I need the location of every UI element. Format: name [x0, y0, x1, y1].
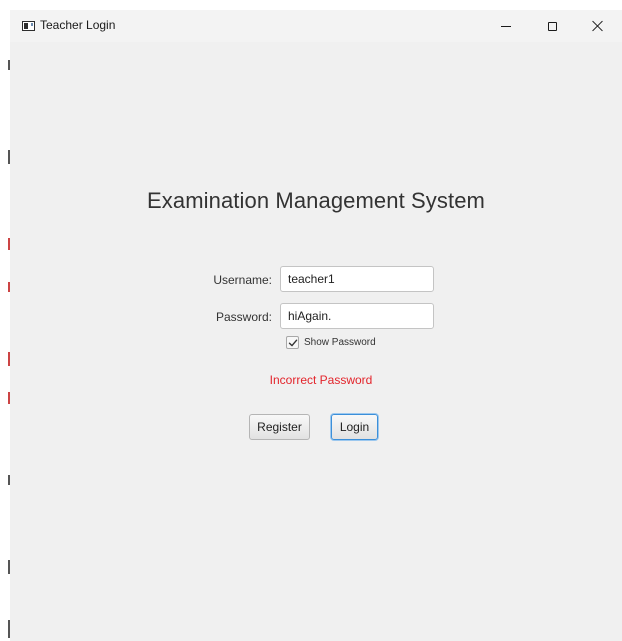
- username-label: Username:: [213, 273, 272, 287]
- error-message: Incorrect Password: [269, 373, 373, 387]
- password-field[interactable]: [280, 303, 434, 329]
- title-bar[interactable]: Teacher Login: [10, 10, 622, 42]
- close-icon: [592, 20, 604, 32]
- show-password-label: Show Password: [304, 337, 376, 348]
- maximize-button[interactable]: [529, 10, 575, 42]
- login-window: Teacher Login Examination Management Sys…: [10, 10, 622, 641]
- app-window-icon: [22, 21, 35, 31]
- window-title: Teacher Login: [40, 18, 116, 32]
- show-password-toggle[interactable]: Show Password: [286, 336, 376, 349]
- app-heading: Examination Management System: [147, 188, 485, 213]
- maximize-icon: [547, 21, 557, 31]
- login-button[interactable]: Login: [331, 414, 378, 440]
- close-button[interactable]: [575, 10, 621, 42]
- show-password-checkbox[interactable]: [286, 336, 299, 349]
- minimize-icon: [501, 25, 511, 27]
- checkmark-icon: [288, 339, 297, 346]
- register-button[interactable]: Register: [249, 414, 310, 440]
- minimize-button[interactable]: [483, 10, 529, 42]
- username-field[interactable]: [280, 266, 434, 292]
- password-label: Password:: [215, 310, 272, 324]
